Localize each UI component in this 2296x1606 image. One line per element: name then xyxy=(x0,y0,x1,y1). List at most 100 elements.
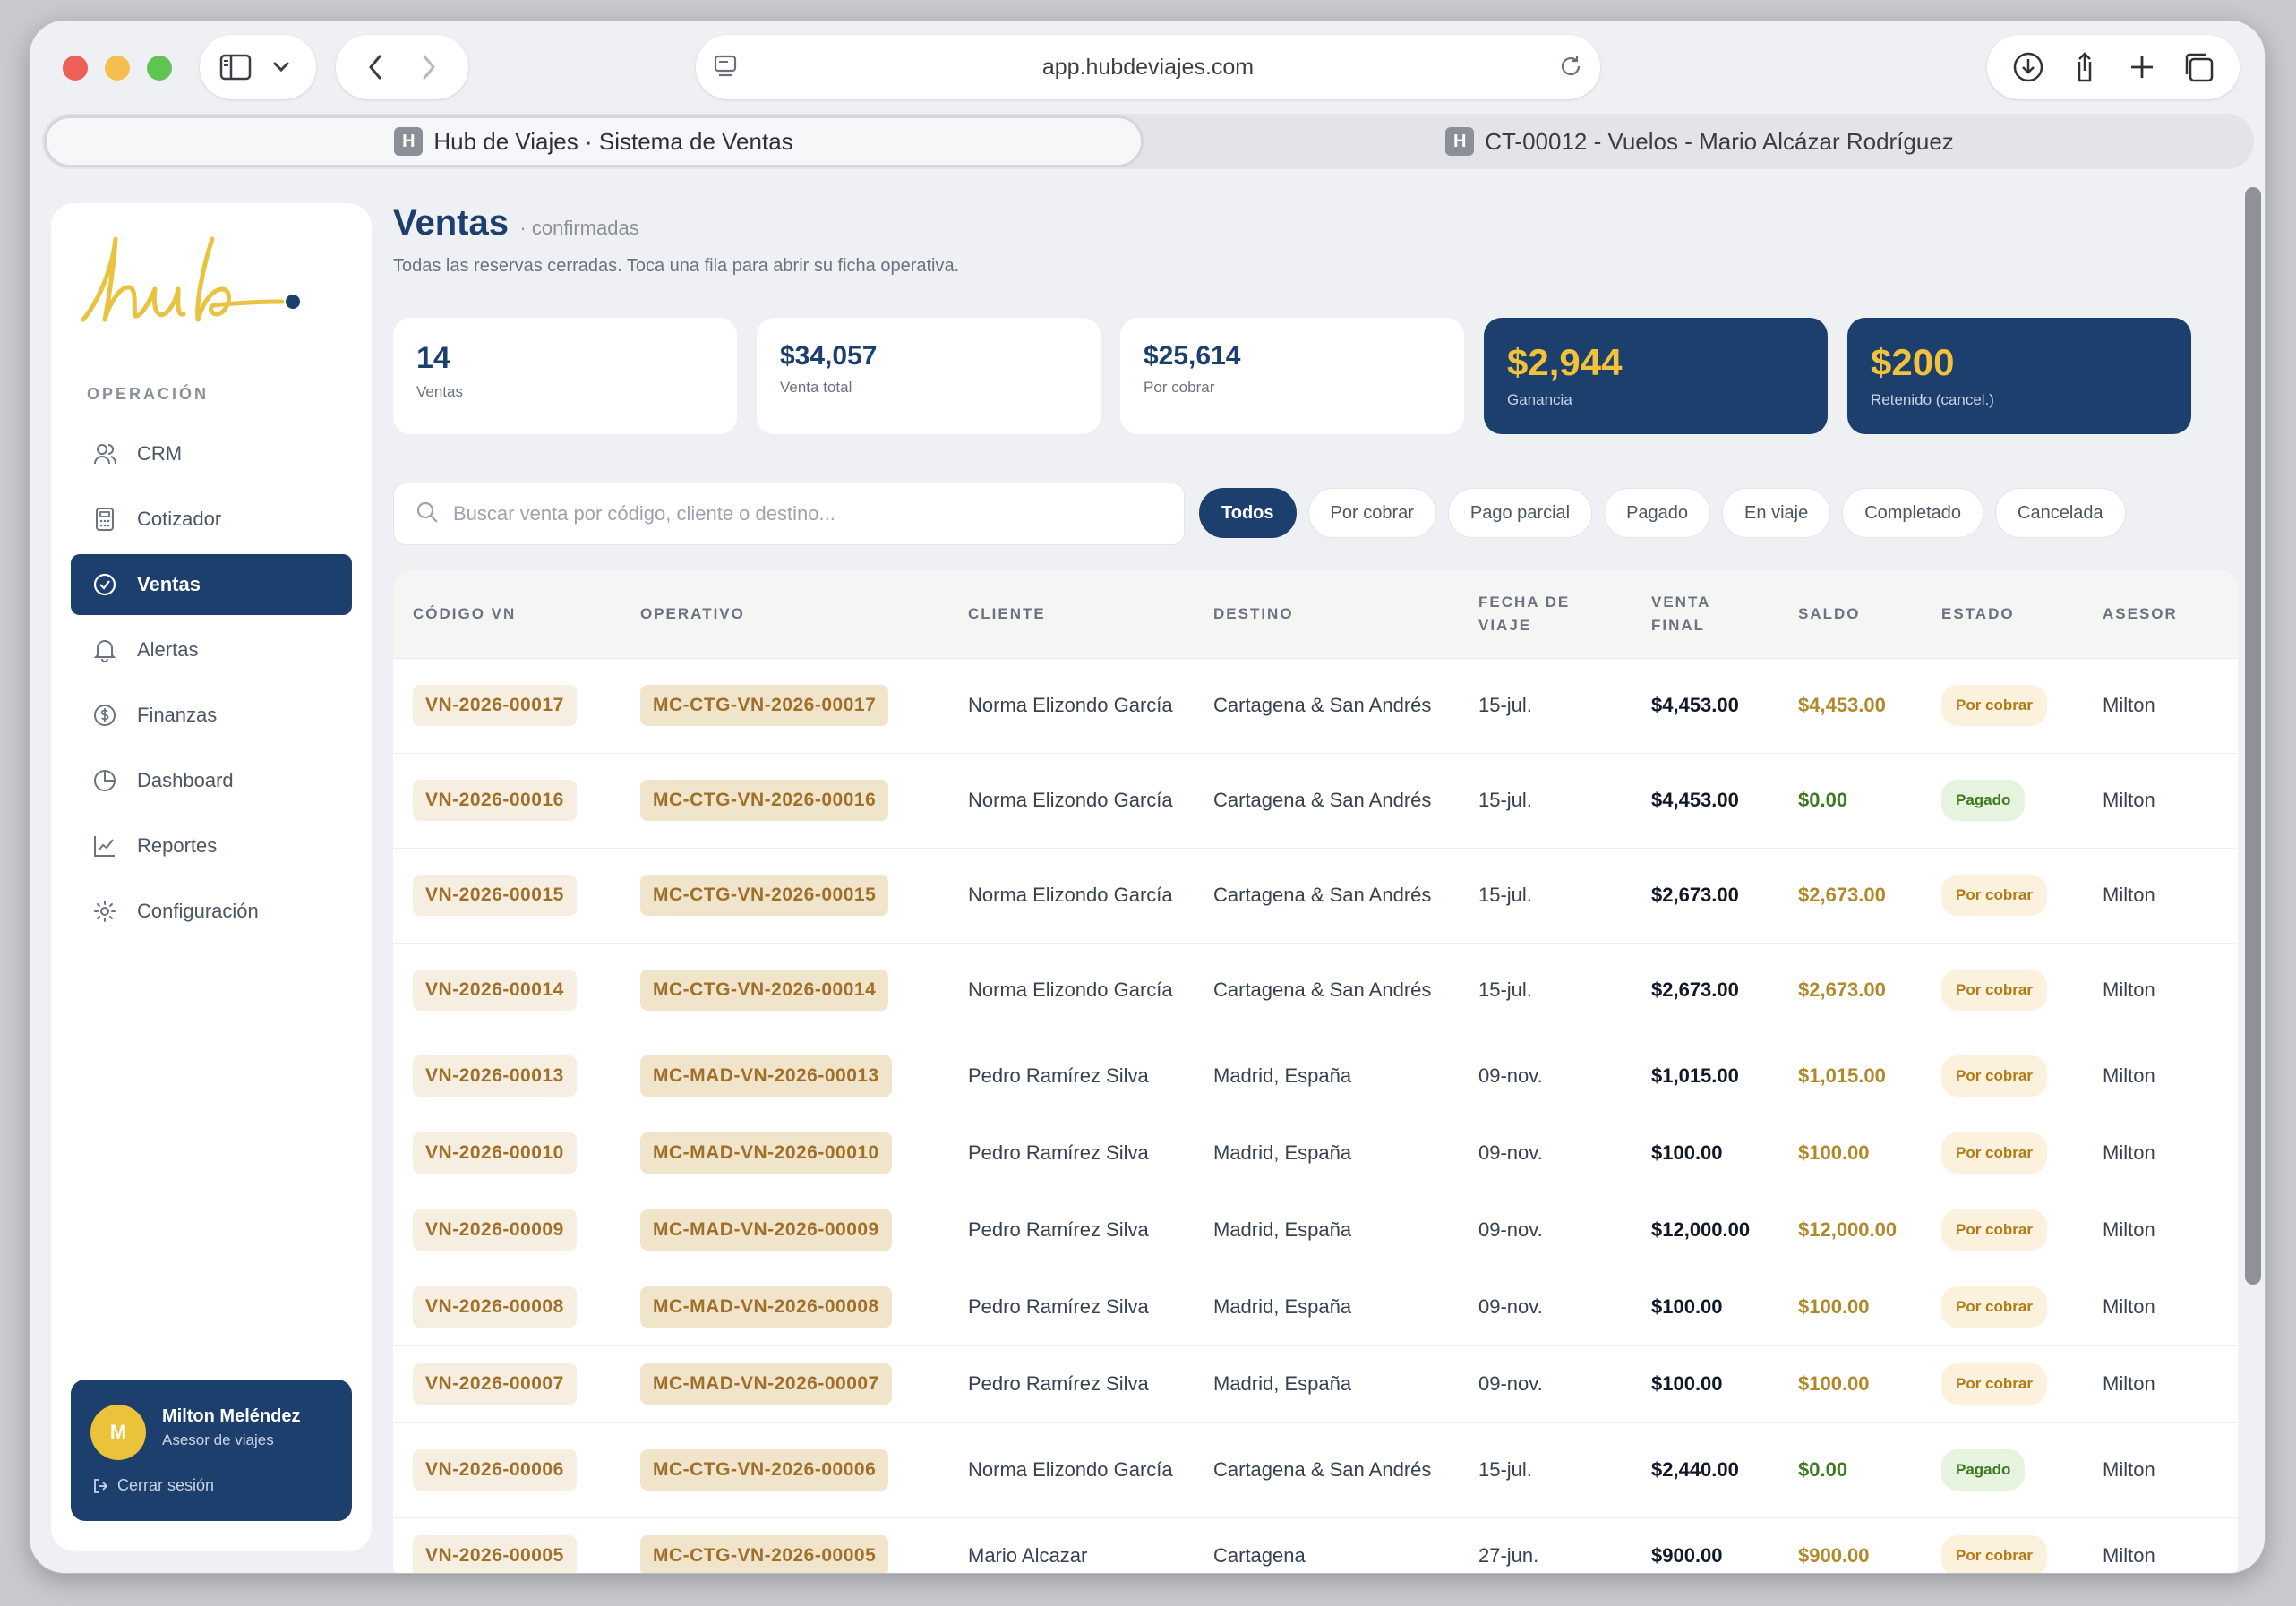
column-header[interactable]: DESTINO xyxy=(1194,570,1459,659)
column-header[interactable]: VENTA FINAL xyxy=(1632,570,1778,659)
minimize-window-button[interactable] xyxy=(105,56,130,81)
page-title: Ventas xyxy=(393,203,509,243)
operative-code[interactable]: MC-MAD-VN-2026-00008 xyxy=(640,1286,892,1328)
operative-code[interactable]: MC-CTG-VN-2026-00015 xyxy=(640,875,889,916)
table-row[interactable]: VN-2026-00013 MC-MAD-VN-2026-00013 Pedro R… xyxy=(393,1038,2238,1115)
stat-label: Ventas xyxy=(416,383,463,400)
destination-cell: Cartagena & San Andrés xyxy=(1194,943,1459,1038)
final-sale-cell: $4,453.00 xyxy=(1632,658,1778,754)
advisor-cell: Milton xyxy=(2083,658,2238,754)
column-header[interactable]: FECHA DE VIAJE xyxy=(1459,570,1632,659)
sidebar-toggle-icon[interactable] xyxy=(218,49,253,85)
travel-date-cell: 15-jul. xyxy=(1459,658,1632,754)
column-header[interactable]: ESTADO xyxy=(1922,570,2083,659)
column-header[interactable]: CLIENTE xyxy=(948,570,1194,659)
operative-code[interactable]: MC-CTG-VN-2026-00016 xyxy=(640,780,889,821)
table-row[interactable]: VN-2026-00007 MC-MAD-VN-2026-00007 Pedro R… xyxy=(393,1345,2238,1423)
filter-pago-parcial[interactable]: Pago parcial xyxy=(1447,488,1593,538)
sale-code[interactable]: VN-2026-00016 xyxy=(413,780,577,821)
operative-cell: MC-CTG-VN-2026-00014 xyxy=(621,943,948,1038)
operative-code[interactable]: MC-CTG-VN-2026-00006 xyxy=(640,1449,889,1491)
table-row[interactable]: VN-2026-00016 MC-CTG-VN-2026-00016 Norma E… xyxy=(393,753,2238,849)
page-settings-icon[interactable] xyxy=(712,53,739,84)
sale-code[interactable]: VN-2026-00015 xyxy=(413,875,577,916)
operative-code[interactable]: MC-MAD-VN-2026-00013 xyxy=(640,1055,892,1097)
status-badge: Por cobrar xyxy=(1941,1132,2047,1174)
operative-code[interactable]: MC-MAD-VN-2026-00010 xyxy=(640,1132,892,1174)
client-cell: Norma Elizondo García xyxy=(948,1422,1194,1518)
filter-por-cobrar[interactable]: Por cobrar xyxy=(1307,488,1436,538)
sidebar-item-cotizador[interactable]: Cotizador xyxy=(71,489,352,550)
filter-todos[interactable]: Todos xyxy=(1199,488,1297,538)
final-sale-cell: $100.00 xyxy=(1632,1269,1778,1346)
balance-cell: $12,000.00 xyxy=(1778,1192,1922,1269)
column-header[interactable]: ASESOR xyxy=(2083,570,2238,659)
table-row[interactable]: VN-2026-00009 MC-MAD-VN-2026-00009 Pedro R… xyxy=(393,1192,2238,1269)
filter-en-viaje[interactable]: En viaje xyxy=(1722,488,1831,538)
sale-code[interactable]: VN-2026-00010 xyxy=(413,1132,577,1174)
section-label: OPERACIÓN xyxy=(87,385,210,403)
column-header[interactable]: OPERATIVO xyxy=(621,570,948,659)
tab-ct-vuelos[interactable]: H CT-00012 - Vuelos - Mario Alcázar Rodr… xyxy=(1149,115,2250,167)
address-bar[interactable]: app.hubdeviajes.com xyxy=(696,35,1600,99)
client-cell: Pedro Ramírez Silva xyxy=(948,1345,1194,1423)
sale-code[interactable]: VN-2026-00006 xyxy=(413,1449,577,1491)
status-badge: Por cobrar xyxy=(1941,1363,2047,1405)
sidebar-item-finanzas[interactable]: Finanzas xyxy=(71,685,352,746)
column-header[interactable]: SALDO xyxy=(1778,570,1922,659)
download-icon[interactable] xyxy=(2010,49,2046,85)
logout-button[interactable]: Cerrar sesión xyxy=(92,1476,214,1495)
sale-code[interactable]: VN-2026-00005 xyxy=(413,1535,577,1573)
sidebar-item-crm[interactable]: CRM xyxy=(71,423,352,484)
sidebar-item-alertas[interactable]: Alertas xyxy=(71,619,352,680)
chevron-down-icon[interactable] xyxy=(263,49,299,85)
back-arrow-icon[interactable] xyxy=(357,49,393,85)
table-row[interactable]: VN-2026-00006 MC-CTG-VN-2026-00006 Norma E… xyxy=(393,1422,2238,1518)
browser-toolbar: app.hubdeviajes.com xyxy=(30,21,2265,115)
search-box xyxy=(393,483,1185,545)
share-icon[interactable] xyxy=(2067,49,2103,85)
operative-code[interactable]: MC-MAD-VN-2026-00007 xyxy=(640,1363,892,1405)
search-input[interactable] xyxy=(453,502,1152,525)
table-row[interactable]: VN-2026-00017 MC-CTG-VN-2026-00017 Norma E… xyxy=(393,658,2238,754)
table-row[interactable]: VN-2026-00015 MC-CTG-VN-2026-00015 Norma E… xyxy=(393,848,2238,944)
table-row[interactable]: VN-2026-00005 MC-CTG-VN-2026-00005 Mario A… xyxy=(393,1517,2238,1573)
travel-date-cell: 15-jul. xyxy=(1459,753,1632,849)
reload-icon[interactable] xyxy=(1557,53,1584,84)
sale-code[interactable]: VN-2026-00009 xyxy=(413,1209,577,1251)
new-tab-icon[interactable] xyxy=(2124,49,2160,85)
filter-pagado[interactable]: Pagado xyxy=(1604,488,1711,538)
page-scrollbar[interactable] xyxy=(2245,187,2261,1285)
forward-arrow-icon[interactable] xyxy=(411,49,447,85)
close-window-button[interactable] xyxy=(63,56,88,81)
destination-cell: Madrid, España xyxy=(1194,1115,1459,1192)
tab-hub-ventas[interactable]: H Hub de Viajes · Sistema de Ventas xyxy=(44,115,1144,167)
client-cell: Norma Elizondo García xyxy=(948,753,1194,849)
sale-code[interactable]: VN-2026-00013 xyxy=(413,1055,577,1097)
operative-code[interactable]: MC-CTG-VN-2026-00005 xyxy=(640,1535,889,1573)
table-row[interactable]: VN-2026-00010 MC-MAD-VN-2026-00010 Pedro R… xyxy=(393,1115,2238,1192)
table-row[interactable]: VN-2026-00014 MC-CTG-VN-2026-00014 Norma E… xyxy=(393,943,2238,1038)
sale-code[interactable]: VN-2026-00008 xyxy=(413,1286,577,1328)
operative-cell: MC-MAD-VN-2026-00010 xyxy=(621,1115,948,1192)
sale-code[interactable]: VN-2026-00007 xyxy=(413,1363,577,1405)
operative-code[interactable]: MC-CTG-VN-2026-00014 xyxy=(640,970,889,1011)
maximize-window-button[interactable] xyxy=(147,56,172,81)
filter-cancelada[interactable]: Cancelada xyxy=(1995,488,2126,538)
filter-completado[interactable]: Completado xyxy=(1842,488,1984,538)
sidebar-item-dashboard[interactable]: Dashboard xyxy=(71,750,352,811)
hub-logo[interactable] xyxy=(78,230,302,333)
tab-overview-icon[interactable] xyxy=(2180,49,2216,85)
operative-code[interactable]: MC-CTG-VN-2026-00017 xyxy=(640,685,889,726)
user-role: Asesor de viajes xyxy=(162,1431,274,1448)
tab-label: Hub de Viajes · Sistema de Ventas xyxy=(433,127,793,155)
sidebar-item-configuracion[interactable]: Configuración xyxy=(71,881,352,942)
sidebar-item-ventas[interactable]: Ventas xyxy=(71,554,352,615)
stat-ventas: 14 Ventas xyxy=(393,318,737,434)
column-header[interactable]: CÓDIGO VN xyxy=(393,570,621,659)
sale-code[interactable]: VN-2026-00017 xyxy=(413,685,577,726)
sidebar-item-reportes[interactable]: Reportes xyxy=(71,816,352,876)
sale-code[interactable]: VN-2026-00014 xyxy=(413,970,577,1011)
table-row[interactable]: VN-2026-00008 MC-MAD-VN-2026-00008 Pedro R… xyxy=(393,1269,2238,1346)
operative-code[interactable]: MC-MAD-VN-2026-00009 xyxy=(640,1209,892,1251)
